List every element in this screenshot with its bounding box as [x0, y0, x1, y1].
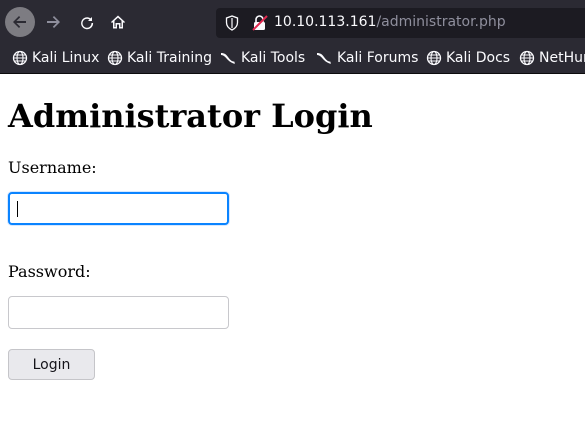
bookmark-nethunter[interactable]: NetHunter — [519, 50, 585, 66]
text-caret — [17, 201, 18, 217]
page-content: Administrator Login Username: Password: … — [0, 75, 585, 421]
bookmark-label: Kali Tools — [241, 50, 306, 66]
browser-toolbar: 10.10.113.161/administrator.php — [0, 0, 585, 44]
globe-icon — [12, 50, 28, 66]
url-text[interactable]: 10.10.113.161/administrator.php — [274, 14, 506, 30]
globe-icon — [107, 50, 123, 66]
url-path: /administrator.php — [376, 14, 506, 30]
globe-icon — [519, 50, 535, 66]
bookmark-label: NetHunter — [539, 50, 585, 66]
bookmarks-toolbar: Kali Linux Kali Training Kali Tools Kali… — [0, 44, 585, 74]
bookmark-label: Kali Training — [127, 50, 212, 66]
url-host: 10.10.113.161 — [274, 14, 377, 30]
bookmark-kali-training[interactable]: Kali Training — [107, 50, 212, 66]
password-field[interactable] — [8, 296, 229, 329]
home-icon — [111, 15, 125, 29]
bookmark-kali-docs[interactable]: Kali Docs — [426, 50, 510, 66]
forward-arrow-icon — [47, 16, 60, 28]
login-button[interactable]: Login — [8, 349, 95, 380]
bookmark-label: Kali Linux — [32, 50, 100, 66]
bookmark-kali-forums[interactable]: Kali Forums — [316, 50, 418, 66]
globe-icon — [426, 50, 442, 66]
bookmark-kali-tools[interactable]: Kali Tools — [220, 50, 305, 66]
forward-button[interactable] — [40, 9, 66, 35]
tracking-shield-icon[interactable] — [224, 15, 240, 31]
kali-dragon-icon — [317, 53, 331, 64]
username-field[interactable] — [8, 192, 229, 225]
reload-icon — [81, 17, 94, 30]
back-arrow-icon — [13, 16, 26, 28]
url-bar[interactable]: 10.10.113.161/administrator.php — [216, 8, 585, 38]
username-label: Username: — [8, 158, 97, 177]
bookmark-label: Kali Forums — [337, 50, 419, 66]
page-title: Administrator Login — [8, 97, 373, 135]
bookmark-label: Kali Docs — [446, 50, 511, 66]
insecure-lock-icon[interactable] — [251, 14, 269, 32]
bookmark-kali-linux[interactable]: Kali Linux — [12, 50, 99, 66]
home-button[interactable] — [105, 9, 131, 35]
back-button[interactable] — [5, 7, 35, 37]
reload-button[interactable] — [74, 9, 100, 35]
password-label: Password: — [8, 262, 91, 281]
kali-dragon-icon — [221, 53, 235, 64]
